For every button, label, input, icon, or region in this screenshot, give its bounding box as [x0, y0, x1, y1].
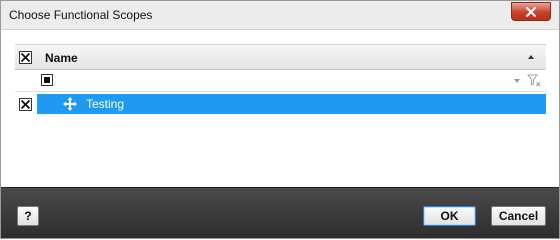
row-selection[interactable]: Testing — [37, 94, 546, 114]
help-button[interactable]: ? — [17, 206, 39, 226]
grid-header: Name — [15, 44, 546, 70]
checked-x-icon — [20, 52, 31, 63]
move-icon — [63, 97, 77, 111]
select-all-checkbox[interactable] — [19, 51, 32, 64]
indeterminate-square-icon — [44, 77, 50, 83]
row-checkbox[interactable] — [19, 98, 32, 111]
close-icon — [526, 6, 536, 17]
name-column-header[interactable]: Name — [45, 51, 78, 65]
dialog-titlebar: Choose Functional Scopes — [1, 1, 559, 30]
cancel-button[interactable]: Cancel — [491, 206, 546, 226]
ok-button[interactable]: OK — [423, 206, 476, 226]
checked-x-icon — [20, 99, 31, 110]
dialog-footer: ? OK Cancel — [1, 187, 559, 238]
clear-filter-icon[interactable] — [527, 74, 541, 87]
dialog-content: Name Testing — [1, 31, 559, 187]
filter-dropdown-arrow-icon[interactable] — [514, 79, 520, 83]
close-button[interactable] — [511, 2, 551, 21]
sort-ascending-icon[interactable] — [528, 55, 534, 59]
row-label: Testing — [86, 97, 125, 111]
dialog-title: Choose Functional Scopes — [9, 8, 153, 22]
table-row[interactable]: Testing — [15, 94, 546, 114]
choose-functional-scopes-dialog: Choose Functional Scopes Name Testing ? … — [0, 0, 560, 239]
filter-row — [15, 70, 546, 92]
scopes-grid: Name Testing — [15, 44, 546, 114]
filter-checkbox[interactable] — [41, 74, 53, 86]
